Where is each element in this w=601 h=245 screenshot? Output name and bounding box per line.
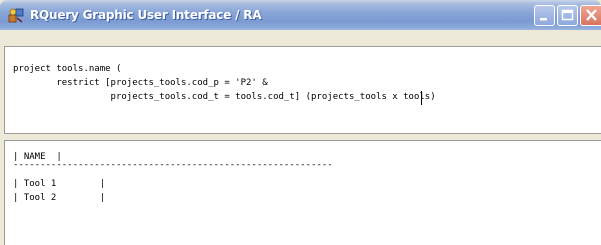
result-row: | Tool 1 | (13, 179, 106, 189)
result-separator: ----------------------------------------… (13, 160, 333, 170)
app-icon[interactable] (7, 6, 25, 24)
text-cursor (421, 91, 422, 105)
query-line: restrict [projects_tools.cod_p = 'P2' & (13, 78, 268, 88)
minimize-icon (540, 18, 547, 21)
maximize-button[interactable] (557, 5, 578, 26)
app-window: RQuery Graphic User Interface / RA proje… (0, 0, 601, 245)
title-bar[interactable]: RQuery Graphic User Interface / RA (0, 0, 601, 30)
minimize-button[interactable] (534, 5, 555, 26)
query-line: projects_tools.cod_t = tools.cod_t] (pro… (13, 92, 436, 102)
query-editor[interactable]: project tools.name ( restrict [projects_… (4, 46, 601, 134)
close-button[interactable] (580, 5, 601, 26)
window-title: RQuery Graphic User Interface / RA (30, 8, 262, 22)
close-icon (586, 9, 597, 21)
result-output[interactable]: | NAME | -------------------------------… (4, 140, 601, 245)
result-row: | Tool 2 | (13, 193, 106, 203)
query-line: project tools.name ( (13, 64, 122, 74)
